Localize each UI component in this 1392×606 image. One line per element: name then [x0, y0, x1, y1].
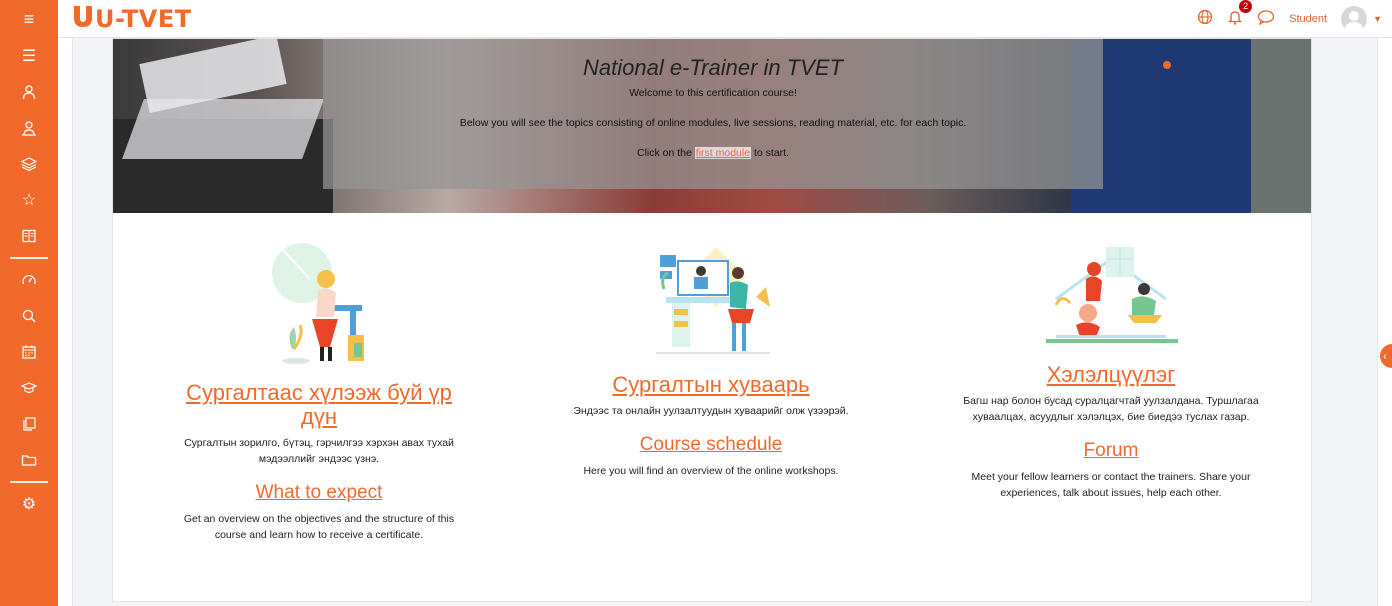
hero-photo-edge	[1251, 39, 1311, 213]
left-gutter	[58, 38, 73, 606]
language-globe-icon[interactable]	[1197, 9, 1213, 29]
nav-layers-icon[interactable]	[0, 146, 58, 182]
logo-u-mark-icon	[72, 4, 94, 35]
first-module-link[interactable]: first module	[694, 147, 752, 159]
nav-star-icon[interactable]: ☆	[0, 182, 58, 218]
nav-user-graduate-icon[interactable]	[0, 74, 58, 110]
section-desc-mn-forum: Багш нар болон бусад суралцагчтай уулзал…	[963, 395, 1259, 423]
hero-welcome: Welcome to this certification course!	[629, 87, 797, 99]
nav-user-group-icon[interactable]	[0, 110, 58, 146]
nav-settings-icon[interactable]: ⚙	[0, 486, 58, 522]
forum-community-illustration-icon	[1046, 247, 1178, 343]
hero-click-prefix: Click on the	[637, 147, 692, 159]
forum-link[interactable]: Forum	[961, 439, 1261, 463]
course-sections: Сургалтаас хүлээж буй үр дүн Сургалтын з…	[113, 213, 1311, 601]
logo-text: U-TVET	[95, 5, 192, 33]
section-title-mn-forum-link[interactable]: Хэлэлцүүлэг	[961, 363, 1261, 387]
user-menu-name[interactable]: Student	[1289, 13, 1327, 25]
notifications-bell-icon[interactable]: 2	[1227, 0, 1253, 29]
course-hero-banner: National e-Trainer in TVET Welcome to th…	[113, 39, 1311, 213]
section-desc-en-schedule: Here you will find an overview of the on…	[583, 465, 839, 477]
section-title-mn-expect-link[interactable]: Сургалтаас хүлээж буй үр дүн	[169, 381, 469, 429]
nav-dashboard-icon[interactable]	[0, 262, 58, 298]
menu-toggle-button[interactable]: ≡	[0, 0, 58, 38]
nav-folder-icon[interactable]	[0, 442, 58, 478]
hero-description: Below you will see the topics consisting…	[459, 117, 967, 129]
nav-calendar-icon[interactable]	[0, 334, 58, 370]
left-nav-drawer: ☰ ☆ ⚙	[0, 38, 58, 606]
hamburger-icon: ≡	[23, 8, 35, 29]
user-avatar[interactable]	[1341, 6, 1368, 32]
section-desc-en-forum: Meet your fellow learners or contact the…	[971, 471, 1251, 499]
section-what-to-expect: Сургалтаас хүлээж буй үр дүн Сургалтын з…	[169, 213, 469, 543]
nav-divider	[10, 257, 48, 259]
right-drawer-toggle-chevron-left-icon[interactable]: ‹	[1380, 344, 1392, 368]
nav-divider	[10, 481, 48, 483]
site-logo[interactable]: U-TVET	[72, 4, 192, 35]
notifications-count-badge: 2	[1239, 0, 1253, 13]
online-workshop-illustration-icon	[656, 247, 770, 354]
what-to-expect-link[interactable]: What to expect	[169, 481, 469, 505]
section-forum: Хэлэлцүүлэг Багш нар болон бусад суралца…	[961, 213, 1261, 501]
nav-list-icon[interactable]: ☰	[0, 38, 58, 74]
hero-text-panel: National e-Trainer in TVET Welcome to th…	[323, 39, 1103, 189]
top-navbar: ≡ U-TVET 2 Student ▼	[0, 0, 1392, 38]
section-desc-mn-schedule: Эндээс та онлайн уулзалтуудын хуваарийг …	[573, 405, 849, 417]
right-gutter: ‹	[1377, 38, 1392, 606]
nav-book-copy-icon[interactable]	[0, 406, 58, 442]
nav-book-icon[interactable]	[0, 218, 58, 254]
section-title-mn-schedule-link[interactable]: Сургалтын хуваарь	[561, 373, 861, 397]
nav-search-icon[interactable]	[0, 298, 58, 334]
hero-start-line: Click on the first module to start.	[323, 147, 1103, 159]
course-schedule-link[interactable]: Course schedule	[561, 433, 861, 457]
hero-photo-button-dot	[1163, 61, 1171, 69]
section-desc-en-expect: Get an overview on the objectives and th…	[183, 513, 455, 541]
messages-chat-icon[interactable]	[1257, 9, 1275, 29]
woman-at-desk-illustration-icon	[272, 243, 364, 364]
section-course-schedule: Сургалтын хуваарь Эндээс та онлайн уулза…	[561, 213, 861, 479]
hero-click-suffix: to start.	[753, 147, 789, 159]
nav-graduation-cap-icon[interactable]	[0, 370, 58, 406]
section-desc-mn-expect: Сургалтын зорилго, бүтэц, гэрчилгээ хэрх…	[184, 437, 454, 465]
hero-title: National e-Trainer in TVET	[582, 55, 843, 80]
course-content-region: National e-Trainer in TVET Welcome to th…	[112, 38, 1312, 602]
user-menu-chevron-down-icon[interactable]: ▼	[1373, 14, 1382, 24]
